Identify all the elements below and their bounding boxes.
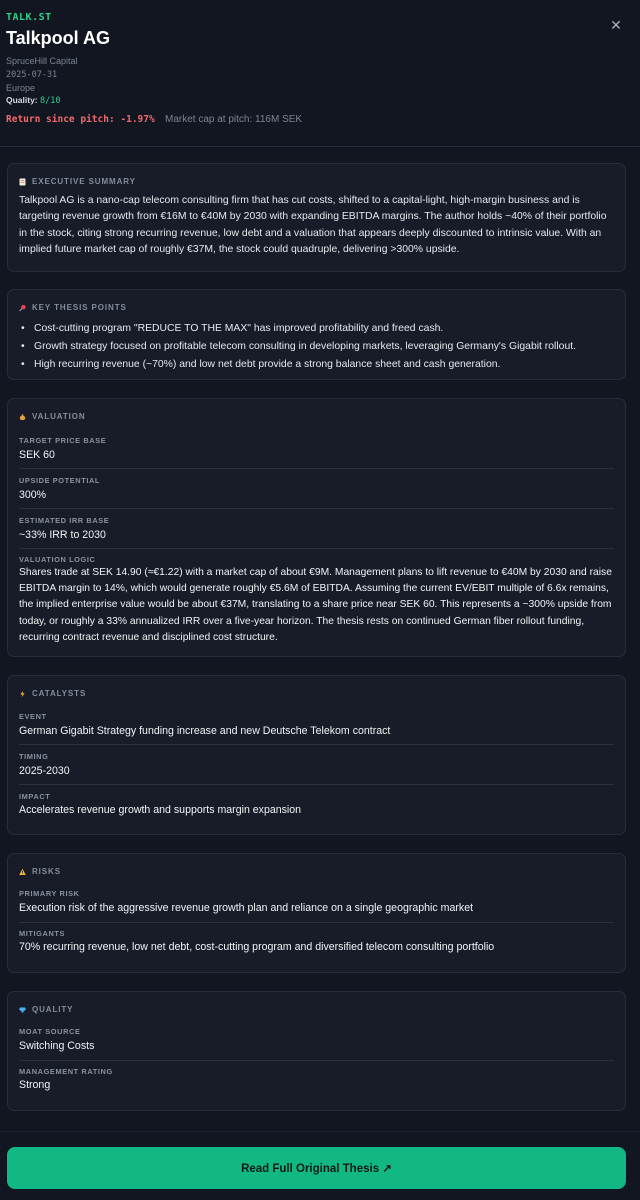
money-bag-icon (19, 413, 26, 420)
quality-heading: Quality (19, 1005, 73, 1014)
target-price-value: SEK 60 (19, 449, 55, 461)
timing-label: Timing (19, 752, 49, 761)
gem-icon (19, 1006, 26, 1013)
executive-summary-text: Talkpool AG is a nano-cap telecom consul… (19, 195, 607, 256)
pitch-date: 2025-07-31 (6, 70, 58, 80)
management-rating-value: Strong (19, 1079, 51, 1091)
list-item: High recurring revenue (~70%) and low ne… (19, 356, 619, 374)
upside-potential-label: Upside Potential (19, 476, 101, 485)
valuation-card: Valuation Target Price Base SEK 60 Upsid… (7, 398, 626, 657)
footer-divider (0, 1131, 640, 1132)
ticker-symbol: TALK.ST (6, 12, 52, 23)
management-rating-label: Management Rating (19, 1067, 113, 1076)
mitigants-label: Mitigants (19, 929, 66, 938)
market-cap-at-pitch: Market cap at pitch: 116M SEK (165, 114, 303, 125)
moat-source-label: Moat Source (19, 1027, 81, 1036)
pushpin-icon (19, 304, 26, 311)
list-item: Cost-cutting program "REDUCE TO THE MAX"… (19, 320, 619, 338)
executive-summary-heading: Executive Summary (19, 177, 136, 186)
moat-source-value: Switching Costs (19, 1040, 95, 1052)
divider (19, 1060, 614, 1061)
target-price-label: Target Price Base (19, 436, 107, 445)
risks-heading: Risks (19, 867, 61, 876)
list-item: Growth strategy focused on profitable te… (19, 338, 619, 356)
valuation-heading: Valuation (19, 412, 86, 421)
divider (19, 784, 614, 785)
document-icon (19, 178, 26, 185)
key-thesis-heading: Key Thesis Points (19, 303, 127, 312)
catalysts-heading: Catalysts (19, 689, 86, 698)
lightning-icon (20, 690, 25, 697)
primary-risk-value: Execution risk of the aggressive revenue… (19, 902, 474, 914)
event-label: Event (19, 712, 47, 721)
quality-value: 8/10 (40, 96, 61, 106)
primary-risk-label: Primary Risk (19, 889, 80, 898)
quality-card: Quality Moat Source Switching Costs Mana… (7, 991, 626, 1111)
divider (19, 744, 614, 745)
event-value: German Gigabit Strategy funding increase… (19, 725, 391, 737)
divider (19, 922, 614, 923)
divider (19, 548, 614, 549)
risks-card: Risks Primary Risk Execution risk of the… (7, 853, 626, 973)
key-thesis-card: Key Thesis Points Cost-cutting program "… (7, 289, 626, 380)
irr-value: ~33% IRR to 2030 (19, 529, 106, 541)
timing-value: 2025-2030 (19, 765, 70, 777)
valuation-logic-text: Shares trade at SEK 14.90 (≈€1.22) with … (19, 567, 612, 643)
return-since-pitch: Return since pitch: -1.97% (6, 114, 155, 125)
quality-label: Quality: (6, 95, 38, 105)
impact-value: Accelerates revenue growth and supports … (19, 804, 302, 816)
quality-score: Quality: 8/10 (6, 95, 61, 106)
valuation-logic-label: Valuation Logic (19, 555, 96, 564)
close-icon[interactable]: ✕ (606, 15, 626, 35)
company-name: Talkpool AG (6, 28, 111, 48)
source-name: SpruceHill Capital (6, 56, 78, 66)
read-full-thesis-button[interactable]: Read Full Original Thesis ↗ (7, 1147, 626, 1189)
catalysts-card: Catalysts Event German Gigabit Strategy … (7, 675, 626, 835)
region: Europe (6, 83, 36, 93)
executive-summary-card: Executive Summary Talkpool AG is a nano-… (7, 163, 626, 272)
warning-icon (19, 868, 26, 875)
upside-potential-value: 300% (19, 489, 47, 501)
thesis-points-list: Cost-cutting program "REDUCE TO THE MAX"… (19, 320, 619, 374)
divider (19, 508, 614, 509)
mitigants-value: 70% recurring revenue, low net debt, cos… (19, 941, 495, 953)
impact-label: Impact (19, 792, 51, 801)
irr-label: Estimated IRR Base (19, 516, 110, 525)
divider (19, 468, 614, 469)
stock-header: TALK.ST Talkpool AG ✕ SpruceHill Capital… (0, 0, 640, 147)
